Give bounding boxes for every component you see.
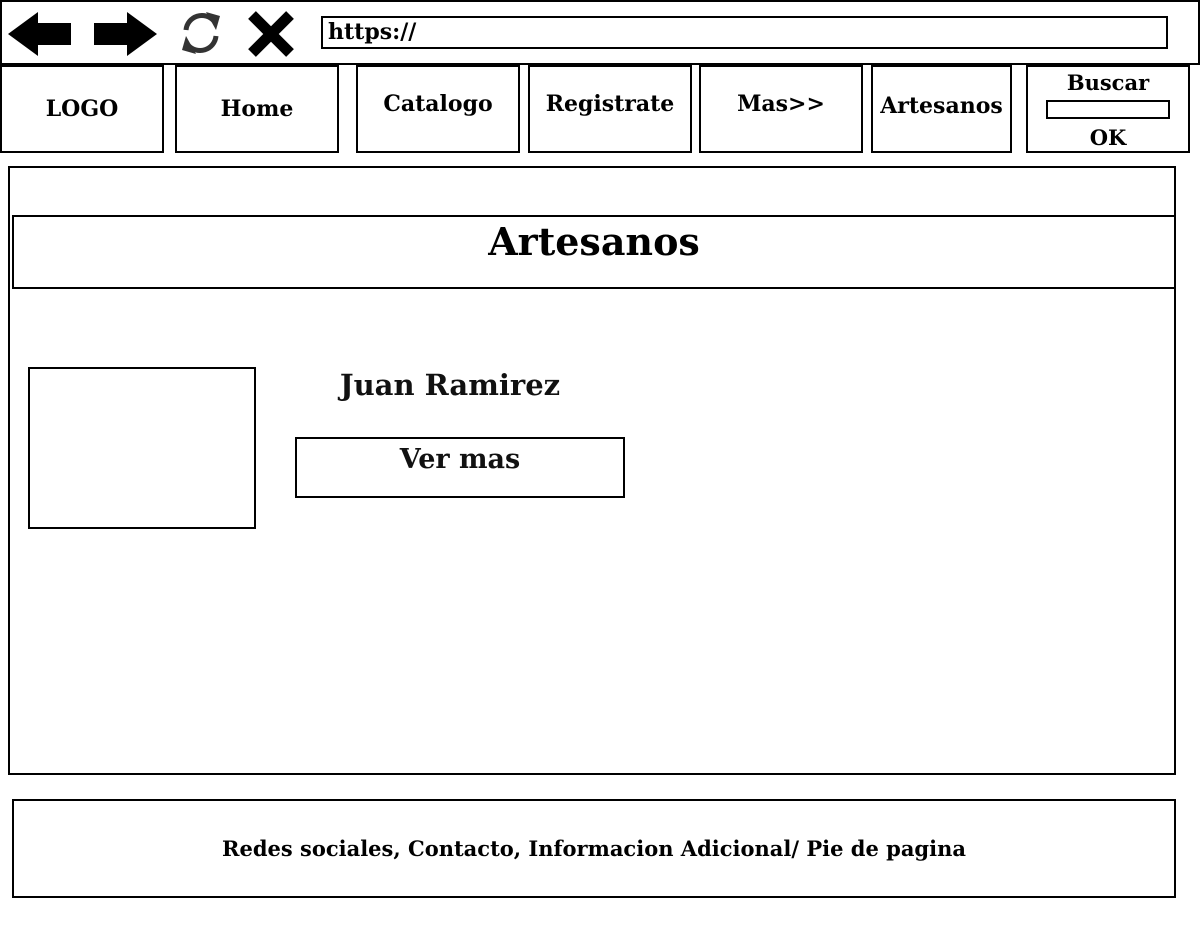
address-bar[interactable]: https:// (321, 16, 1168, 49)
artisan-photo-placeholder (28, 367, 256, 529)
arrow-left-icon[interactable] (8, 12, 74, 56)
reload-icon[interactable] (176, 8, 226, 58)
search-input[interactable] (1046, 100, 1170, 119)
search-panel: Buscar OK (1026, 65, 1190, 153)
nav-artisans[interactable]: Artesanos (871, 65, 1012, 153)
artisan-name: Juan Ramirez (339, 368, 561, 402)
search-label: Buscar (1066, 70, 1150, 95)
nav-home-label: Home (220, 96, 294, 122)
logo[interactable]: LOGO (0, 65, 164, 153)
view-more-button[interactable]: Ver mas (295, 437, 625, 498)
nav-more[interactable]: Mas>> (699, 65, 863, 153)
nav-catalog[interactable]: Catalogo (356, 65, 520, 153)
footer-text: Redes sociales, Contacto, Informacion Ad… (222, 836, 966, 861)
nav-more-label: Mas>> (737, 91, 825, 117)
footer: Redes sociales, Contacto, Informacion Ad… (12, 799, 1176, 898)
nav-register-label: Registrate (545, 91, 675, 117)
nav-home[interactable]: Home (175, 65, 339, 153)
nav-artisans-label: Artesanos (880, 93, 1003, 119)
page-title: Artesanos (12, 215, 1176, 289)
logo-label: LOGO (45, 96, 119, 122)
nav-catalog-label: Catalogo (383, 91, 493, 117)
search-ok-button[interactable]: OK (1090, 125, 1127, 150)
nav-register[interactable]: Registrate (528, 65, 692, 153)
arrow-right-icon[interactable] (94, 12, 158, 56)
close-icon[interactable] (246, 9, 296, 59)
